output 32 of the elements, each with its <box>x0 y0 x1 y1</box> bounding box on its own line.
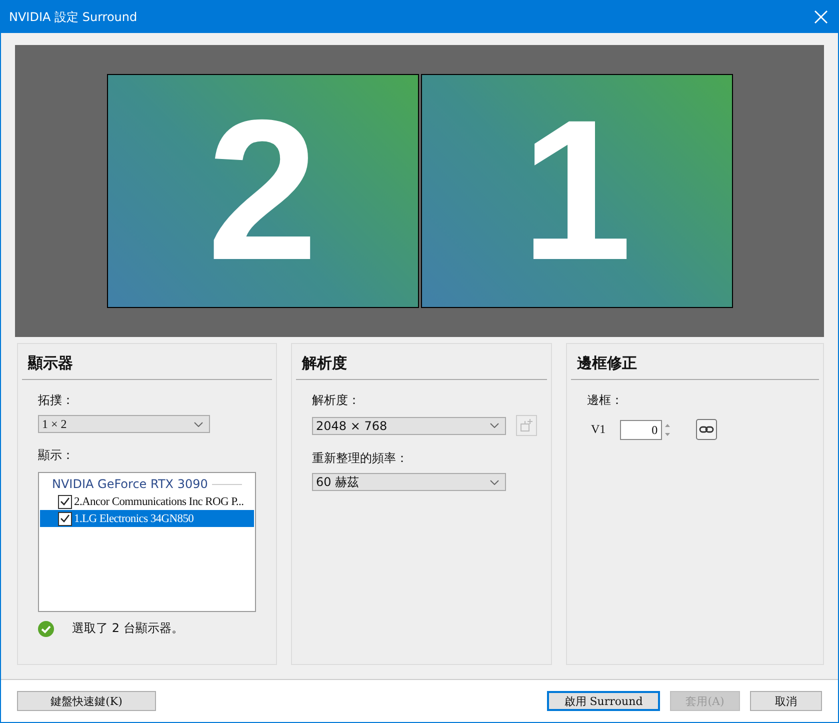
window-title: NVIDIA 設定 Surround <box>9 8 138 26</box>
chevron-down-icon <box>490 423 499 428</box>
chevron-down-icon <box>194 422 203 426</box>
field-label: V1 <box>591 422 606 437</box>
dialog-button[interactable]: 啟用 Surround <box>547 691 660 711</box>
field-label: 邊框： <box>587 392 623 409</box>
field-label: 解析度： <box>312 392 360 409</box>
link-icon[interactable] <box>696 419 717 440</box>
chevron-down-icon <box>490 480 499 484</box>
checkbox[interactable] <box>58 512 72 526</box>
gpu-name: NVIDIA GeForce RTX 3090 <box>52 477 208 491</box>
close-icon[interactable] <box>814 10 828 24</box>
monitor-tile[interactable]: 2 <box>106 74 418 308</box>
dialog-button[interactable]: 取消 <box>750 691 822 711</box>
panel-heading: 解析度 <box>296 344 547 380</box>
field-label: 顯示： <box>38 447 74 464</box>
topology-dropdown[interactable]: 1 × 2 <box>38 415 210 433</box>
monitor-number: 1 <box>520 91 632 291</box>
dialog-button[interactable]: 鍵盤快速鍵(K) <box>17 691 156 711</box>
monitor-tile[interactable]: 1 <box>420 74 732 308</box>
status-text: 選取了 2 台顯示器。 <box>72 620 184 637</box>
display-item[interactable]: 1.LG Electronics 34GN850 <box>40 510 254 527</box>
field-label: 重新整理的頻率： <box>312 450 408 467</box>
check-icon <box>38 620 54 636</box>
monitor-number: 2 <box>206 91 318 291</box>
display-item[interactable]: 2.Ancor Communications Inc ROG P... <box>40 493 254 510</box>
checkbox[interactable] <box>58 494 72 508</box>
refresh-rate-dropdown[interactable]: 60 赫茲 <box>312 473 506 491</box>
panel-heading: 顯示器 <box>22 344 272 380</box>
resolution-dropdown[interactable]: 2048 × 768 <box>312 416 506 434</box>
field-label: 拓撲： <box>38 392 74 409</box>
panel-heading: 邊框修正 <box>571 344 819 380</box>
